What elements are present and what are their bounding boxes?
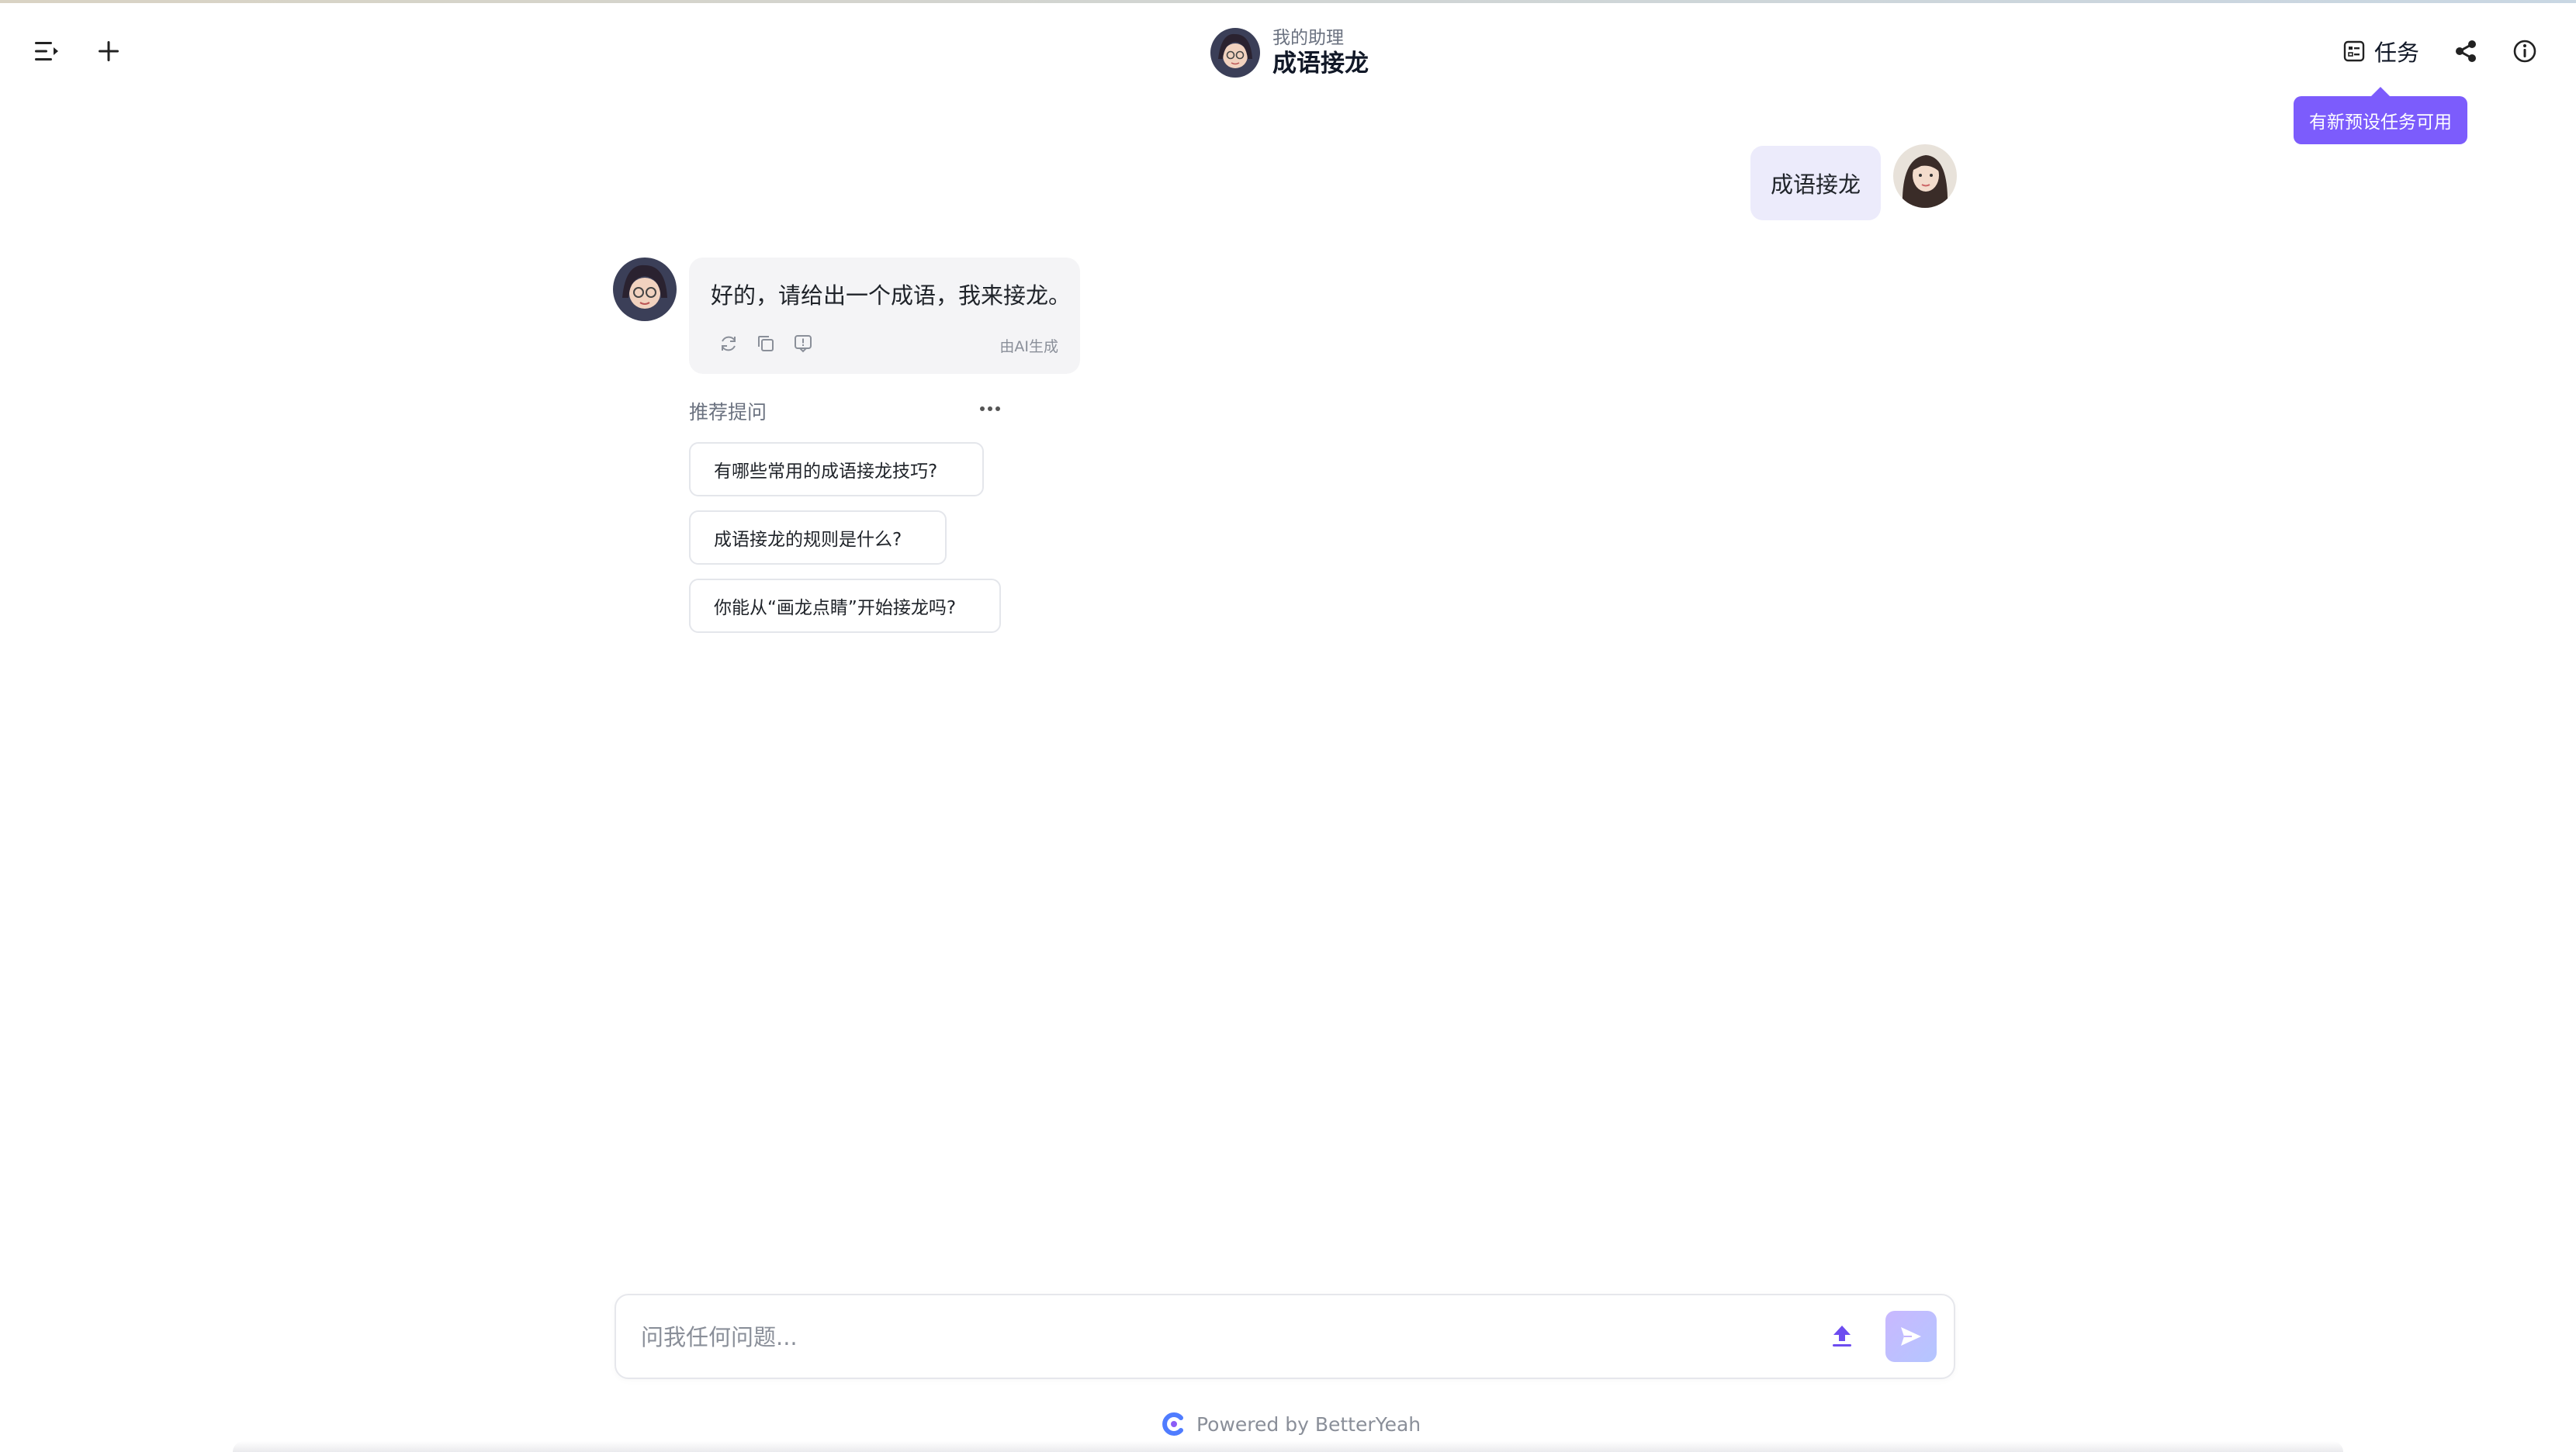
upload-icon xyxy=(1833,1326,1851,1347)
more-dots-icon xyxy=(980,406,1000,411)
feedback-icon xyxy=(795,335,812,353)
assistant-subtitle: 我的助理 xyxy=(1272,28,1344,48)
share-icon xyxy=(2456,40,2476,62)
recommend-question[interactable]: 成语接龙的规则是什么? xyxy=(689,510,947,565)
new-task-tooltip: 有新预设任务可用 xyxy=(2294,87,2467,144)
info-icon xyxy=(2513,40,2536,63)
assistant-title: 成语接龙 xyxy=(1272,50,1369,78)
regenerate-button[interactable] xyxy=(717,332,740,355)
message-actions xyxy=(717,332,815,355)
send-button[interactable] xyxy=(1885,1311,1937,1362)
menu-collapse-icon xyxy=(35,42,58,60)
recommend-question[interactable]: 有哪些常用的成语接龙技巧? xyxy=(689,442,984,496)
task-list-icon xyxy=(2343,40,2365,62)
ai-generated-tag: 由AI生成 xyxy=(999,338,1058,355)
task-button[interactable]: 任务 xyxy=(2343,34,2419,68)
plus-icon xyxy=(99,41,119,61)
task-button-label: 任务 xyxy=(2374,40,2420,66)
chat-input[interactable] xyxy=(639,1295,1806,1379)
betteryeah-logo-icon xyxy=(1162,1412,1183,1436)
user-message-bubble: 成语接龙 xyxy=(1750,146,1881,220)
feedback-button[interactable] xyxy=(791,332,815,355)
sidebar-toggle-button[interactable] xyxy=(29,34,64,68)
top-accent-line xyxy=(0,0,2576,3)
share-button[interactable] xyxy=(2450,36,2481,67)
copy-button[interactable] xyxy=(754,332,777,355)
refresh-icon xyxy=(722,336,736,351)
assistant-header: 我的助理 成语接龙 xyxy=(1210,25,1369,81)
bot-avatar xyxy=(613,258,677,321)
bot-message-bubble: 好的，请给出一个成语，我来接龙。 由AI生成 xyxy=(689,258,1080,374)
recommend-more-button[interactable] xyxy=(975,397,1006,420)
recommend-question[interactable]: 你能从“画龙点睛”开始接龙吗? xyxy=(689,579,1001,633)
info-button[interactable] xyxy=(2509,36,2540,67)
assistant-avatar xyxy=(1210,28,1260,78)
chat-input-box xyxy=(615,1294,1955,1379)
copy-icon xyxy=(758,336,774,351)
bot-message-text: 好的，请给出一个成语，我来接龙。 xyxy=(711,282,1072,309)
new-chat-button[interactable] xyxy=(92,34,126,68)
user-message-text: 成语接龙 xyxy=(1770,171,1861,198)
upload-button[interactable] xyxy=(1826,1320,1858,1351)
recommend-title: 推荐提问 xyxy=(689,401,767,424)
bottom-shadow xyxy=(233,1441,2343,1452)
powered-by-text: Powered by BetterYeah xyxy=(1196,1412,1421,1436)
powered-by: Powered by BetterYeah xyxy=(1161,1410,1421,1438)
send-icon xyxy=(1901,1327,1921,1346)
user-avatar xyxy=(1893,144,1957,208)
